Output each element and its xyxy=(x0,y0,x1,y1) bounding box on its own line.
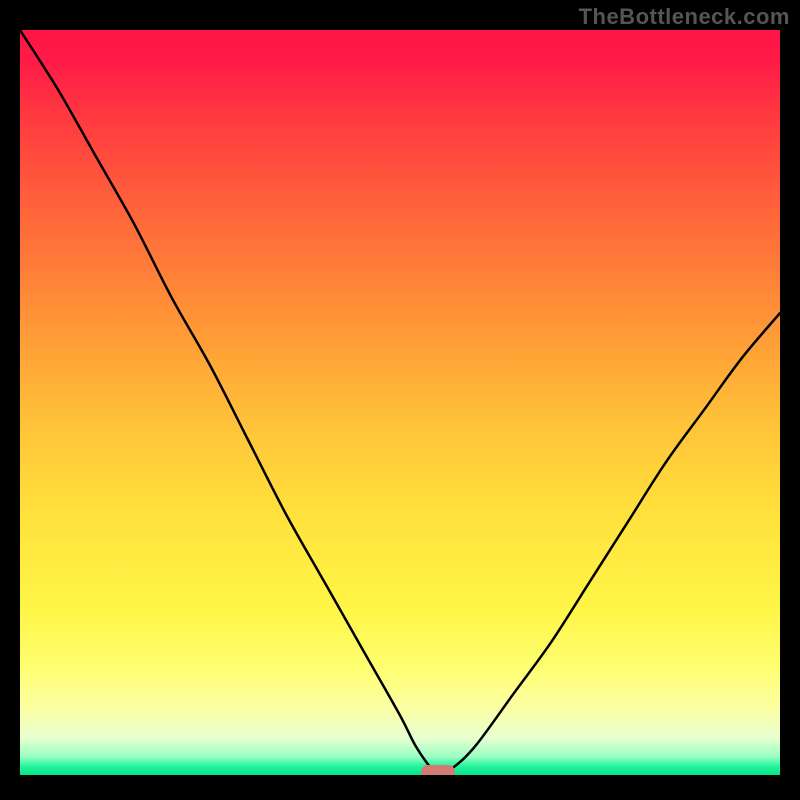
chart-frame: TheBottleneck.com xyxy=(0,0,800,800)
plot-area xyxy=(20,30,780,775)
optimal-point-marker xyxy=(421,765,455,775)
watermark-text: TheBottleneck.com xyxy=(579,4,790,30)
bottleneck-curve xyxy=(20,30,780,775)
